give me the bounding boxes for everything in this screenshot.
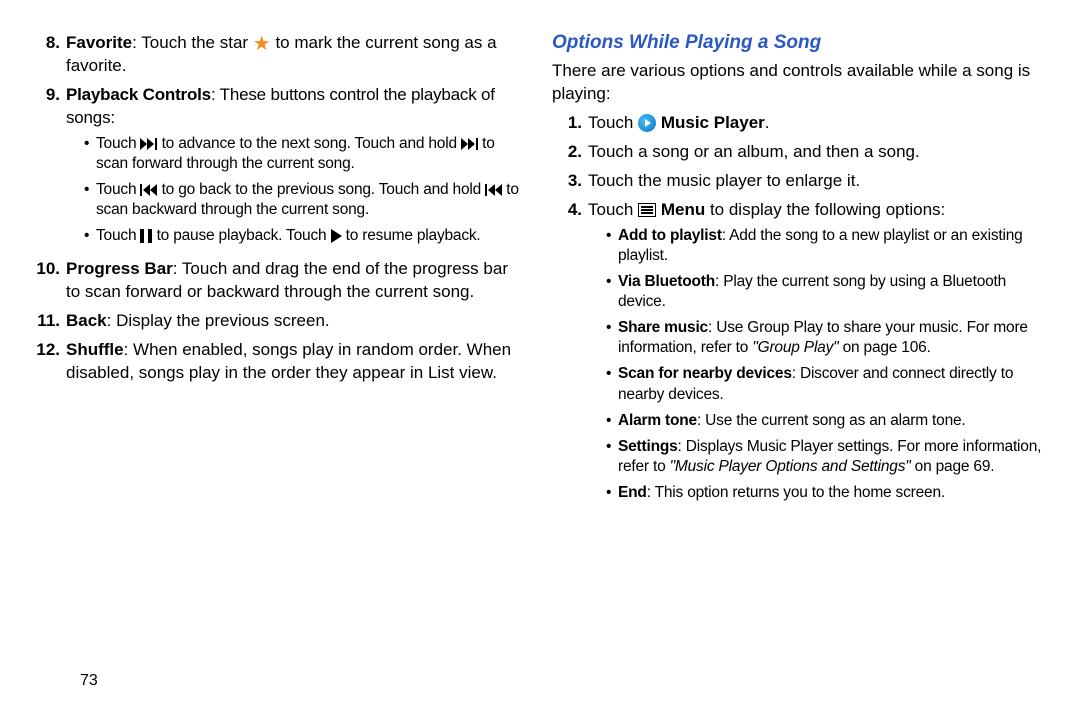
next-track-icon [140, 138, 157, 150]
item-number: 9. [30, 84, 66, 253]
prev-track-icon [485, 184, 502, 196]
item-label: Playback Controls [66, 85, 211, 104]
feature-list: 8. Favorite: Touch the star ★ to mark th… [30, 32, 520, 385]
item-progress-bar: 10. Progress Bar: Touch and drag the end… [30, 258, 520, 304]
step-3: 3. Touch the music player to enlarge it. [552, 170, 1042, 193]
item-label: Favorite [66, 33, 132, 52]
item-label: Back [66, 311, 107, 330]
item-number: 8. [30, 32, 66, 78]
menu-icon [638, 203, 656, 217]
right-column: Options While Playing a Song There are v… [552, 32, 1042, 515]
opt-via-bluetooth: Via Bluetooth: Play the current song by … [606, 272, 1042, 312]
sub-prev: Touch to go back to the previous song. T… [84, 180, 520, 220]
item-number: 10. [30, 258, 66, 304]
opt-add-playlist: Add to playlist: Add the song to a new p… [606, 226, 1042, 266]
opt-end: End: This option returns you to the home… [606, 483, 1042, 503]
page-number: 73 [80, 672, 98, 690]
item-favorite: 8. Favorite: Touch the star ★ to mark th… [30, 32, 520, 78]
opt-alarm-tone: Alarm tone: Use the current song as an a… [606, 411, 1042, 431]
pause-icon [140, 229, 152, 243]
music-player-icon [638, 114, 656, 132]
opt-scan-nearby: Scan for nearby devices: Discover and co… [606, 364, 1042, 404]
item-shuffle: 12. Shuffle: When enabled, songs play in… [30, 339, 520, 385]
prev-track-icon [140, 184, 157, 196]
play-icon [331, 229, 342, 243]
item-back: 11. Back: Display the previous screen. [30, 310, 520, 333]
menu-options-list: Add to playlist: Add the song to a new p… [588, 226, 1042, 504]
sub-pause-play: Touch to pause playback. Touch to resume… [84, 226, 520, 246]
item-label: Progress Bar [66, 259, 173, 278]
item-number: 11. [30, 310, 66, 333]
step-2: 2. Touch a song or an album, and then a … [552, 141, 1042, 164]
section-intro: There are various options and controls a… [552, 60, 1042, 106]
playback-sublist: Touch to advance to the next song. Touch… [66, 134, 520, 247]
section-heading: Options While Playing a Song [552, 32, 1042, 54]
opt-settings: Settings: Displays Music Player settings… [606, 437, 1042, 477]
item-label: Shuffle [66, 340, 124, 359]
step-1: 1. Touch Music Player. [552, 112, 1042, 135]
next-track-icon [461, 138, 478, 150]
step-4: 4. Touch Menu to display the following o… [552, 199, 1042, 510]
item-number: 12. [30, 339, 66, 385]
steps-list: 1. Touch Music Player. 2. Touch a song o… [552, 112, 1042, 509]
manual-page: 8. Favorite: Touch the star ★ to mark th… [0, 0, 1080, 515]
left-column: 8. Favorite: Touch the star ★ to mark th… [30, 32, 520, 515]
sub-next: Touch to advance to the next song. Touch… [84, 134, 520, 174]
item-playback-controls: 9. Playback Controls: These buttons cont… [30, 84, 520, 253]
opt-share-music: Share music: Use Group Play to share you… [606, 318, 1042, 358]
